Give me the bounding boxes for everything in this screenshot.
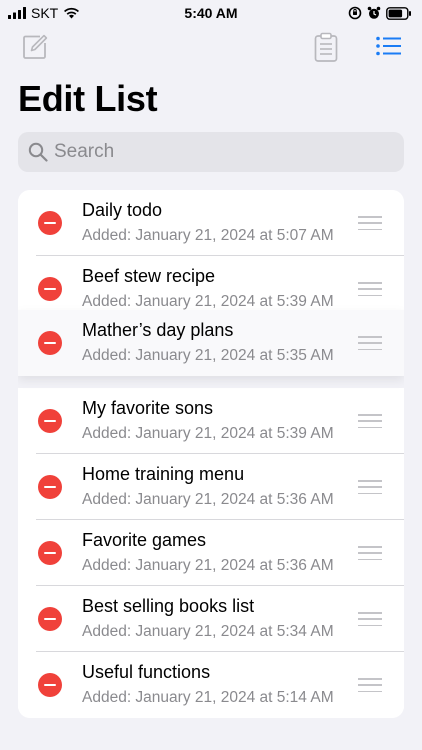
delete-button[interactable] xyxy=(38,331,62,355)
reorder-handle-icon[interactable] xyxy=(358,546,382,560)
item-title: Best selling books list xyxy=(82,596,255,616)
list-view-button[interactable] xyxy=(376,36,402,61)
item-subtitle: Added: January 21, 2024 at 5:36 AM xyxy=(82,491,334,508)
list-item[interactable]: Home training menu Added: January 21, 20… xyxy=(18,454,404,520)
item-subtitle: Added: January 21, 2024 at 5:39 AM xyxy=(82,425,334,442)
list-item[interactable]: Useful functions Added: January 21, 2024… xyxy=(18,652,404,718)
compose-button[interactable] xyxy=(22,34,48,65)
search-icon xyxy=(28,142,48,162)
delete-button[interactable] xyxy=(38,277,62,301)
item-title: Mather’s day plans xyxy=(82,320,234,340)
item-title: Daily todo xyxy=(82,200,163,220)
reorder-handle-icon[interactable] xyxy=(358,336,382,350)
drop-gap xyxy=(18,376,404,388)
list-item-dragging[interactable]: Mather’s day plans Added: January 21, 20… xyxy=(18,310,404,376)
item-subtitle: Added: January 21, 2024 at 5:07 AM xyxy=(82,227,334,244)
carrier-label: SKT xyxy=(31,5,59,21)
item-title: Useful functions xyxy=(82,662,211,682)
item-subtitle: Added: January 21, 2024 at 5:34 AM xyxy=(82,623,334,640)
battery-icon xyxy=(386,6,411,20)
status-right xyxy=(348,6,412,20)
delete-button[interactable] xyxy=(38,211,62,235)
list-card: Daily todo Added: January 21, 2024 at 5:… xyxy=(18,190,404,718)
delete-button[interactable] xyxy=(38,673,62,697)
item-subtitle: Added: January 21, 2024 at 5:14 AM xyxy=(82,689,334,706)
reorder-handle-icon[interactable] xyxy=(358,216,382,230)
clipboard-button[interactable] xyxy=(314,32,338,67)
page-title: Edit List xyxy=(18,78,158,119)
item-subtitle: Added: January 21, 2024 at 5:36 AM xyxy=(82,557,334,574)
delete-button[interactable] xyxy=(38,475,62,499)
orientation-lock-icon xyxy=(348,6,362,20)
signal-icon xyxy=(8,7,26,19)
search-input[interactable] xyxy=(54,141,374,163)
status-left: SKT xyxy=(8,5,80,21)
list-item[interactable]: Daily todo Added: January 21, 2024 at 5:… xyxy=(18,190,404,256)
list-icon xyxy=(376,36,401,56)
list-item[interactable]: Favorite games Added: January 21, 2024 a… xyxy=(18,520,404,586)
reorder-handle-icon[interactable] xyxy=(358,282,382,296)
toolbar xyxy=(0,30,422,66)
delete-button[interactable] xyxy=(38,541,62,565)
reorder-handle-icon[interactable] xyxy=(358,480,382,494)
delete-button[interactable] xyxy=(38,607,62,631)
item-title: Favorite games xyxy=(82,530,207,550)
compose-icon xyxy=(23,34,48,59)
item-title: Beef stew recipe xyxy=(82,266,216,286)
status-bar: SKT 5:40 AM xyxy=(0,0,422,26)
clipboard-icon xyxy=(314,32,338,62)
item-title: Home training menu xyxy=(82,464,245,484)
list-item[interactable]: My favorite sons Added: January 21, 2024… xyxy=(18,388,404,454)
list-item[interactable]: Best selling books list Added: January 2… xyxy=(18,586,404,652)
reorder-handle-icon[interactable] xyxy=(358,612,382,626)
item-subtitle: Added: January 21, 2024 at 5:35 AM xyxy=(82,347,334,364)
reorder-handle-icon[interactable] xyxy=(358,678,382,692)
wifi-icon xyxy=(64,7,80,19)
delete-button[interactable] xyxy=(38,409,62,433)
search-bar[interactable] xyxy=(18,132,404,172)
alarm-icon xyxy=(367,6,381,19)
item-title: My favorite sons xyxy=(82,398,214,418)
item-subtitle: Added: January 21, 2024 at 5:39 AM xyxy=(82,293,334,310)
reorder-handle-icon[interactable] xyxy=(358,414,382,428)
